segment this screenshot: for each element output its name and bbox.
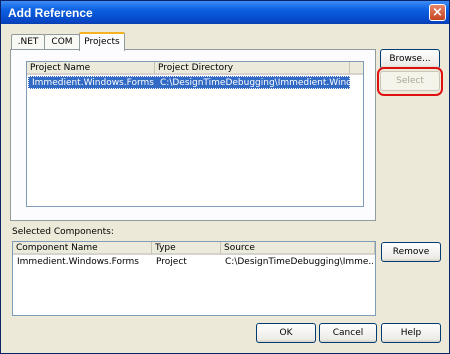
column-header-source-label: Source [224,243,255,253]
project-directory-cell: C:\DesignTimeDebugging\Immedient.Windows… [160,78,350,88]
table-row[interactable]: Immedient.Windows.Forms Project C:\Desig… [14,256,374,269]
dialog-title: Add Reference [8,6,93,20]
column-header-source[interactable]: Source [221,242,375,255]
tab-com[interactable]: COM [44,34,80,49]
component-type-cell: Project [156,257,187,267]
tab-net-label: .NET [17,37,39,47]
close-icon[interactable]: × [429,4,446,21]
selected-components-list[interactable]: Component Name Type Source Immedient.Win… [12,241,376,316]
component-source-cell: C:\DesignTimeDebugging\Imme... [225,257,373,267]
column-header-component-name-label: Component Name [16,243,98,253]
column-header-project-name-label: Project Name [30,63,91,73]
title-bar[interactable]: Add Reference × [1,1,449,24]
help-button[interactable]: Help [381,323,441,343]
add-reference-dialog: Add Reference × .NET COM Projects Projec… [0,0,450,354]
selected-components-label: Selected Components: [12,227,114,237]
column-header-filler [350,62,363,75]
column-header-component-name[interactable]: Component Name [13,242,152,255]
select-button-highlight [377,67,443,96]
ok-button[interactable]: OK [256,323,316,343]
browse-button[interactable]: Browse... [380,49,440,69]
projects-list[interactable]: Project Name Project Directory Immedient… [26,61,364,207]
table-row[interactable]: Immedient.Windows.Forms C:\DesignTimeDeb… [28,76,350,89]
tab-net[interactable]: .NET [11,34,45,49]
column-header-type-label: Type [155,243,176,253]
component-name-cell: Immedient.Windows.Forms [17,257,139,267]
column-header-project-directory[interactable]: Project Directory [155,62,350,75]
cancel-button[interactable]: Cancel [319,323,377,343]
column-header-project-directory-label: Project Directory [158,63,234,73]
remove-button[interactable]: Remove [381,242,441,262]
project-name-cell: Immedient.Windows.Forms [32,78,154,88]
column-header-type[interactable]: Type [152,242,221,255]
tab-projects[interactable]: Projects [79,32,125,51]
tab-com-label: COM [51,37,73,47]
column-header-project-name[interactable]: Project Name [27,62,155,75]
tab-projects-label: Projects [84,37,120,47]
projects-tab-panel: Project Name Project Directory Immedient… [10,49,376,221]
